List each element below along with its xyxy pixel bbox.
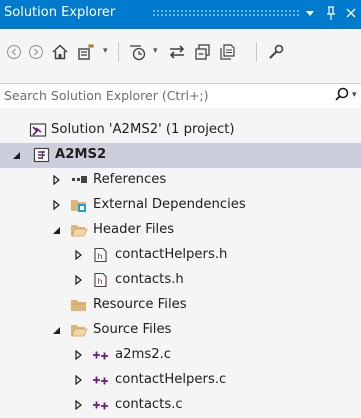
solution-tree: Solution 'A2MS2' (1 project) A2MS2 Refer… (0, 108, 361, 418)
sync-with-active-document-icon[interactable] (167, 42, 187, 62)
chevron-down-icon[interactable]: ▾ (153, 46, 158, 56)
search-icon[interactable] (334, 86, 350, 108)
svg-text:h: h (98, 277, 103, 286)
tree-item-label: Solution 'A2MS2' (1 project) (51, 122, 235, 137)
tree-item-resource-files[interactable]: Resource Files (0, 293, 361, 318)
tree-item-label: contactHelpers.c (115, 372, 227, 387)
c-file-icon (92, 372, 110, 388)
folder-icon (70, 197, 88, 213)
collapsed-arrow-icon[interactable] (74, 274, 84, 286)
pending-changes-filter-icon[interactable] (128, 42, 148, 62)
expanded-arrow-icon[interactable] (52, 224, 62, 236)
tree-item-references[interactable]: References (0, 168, 361, 193)
switch-views-icon[interactable] (76, 42, 98, 62)
collapsed-arrow-icon[interactable] (74, 249, 84, 261)
solution-icon (29, 122, 47, 138)
tree-item-source-file[interactable]: contactHelpers.c (0, 368, 361, 393)
folder-icon (70, 297, 88, 313)
c-file-icon (92, 397, 110, 413)
chevron-down-icon[interactable]: ▾ (103, 46, 108, 56)
collapsed-arrow-icon[interactable] (74, 349, 84, 361)
home-icon[interactable] (50, 42, 70, 62)
solution-explorer-toolbar: ▾ ▾ (0, 29, 361, 83)
solution-explorer-title-bar: Solution Explorer (0, 0, 361, 29)
h-file-icon: h (92, 272, 110, 288)
tree-item-header-files[interactable]: Header Files (0, 218, 361, 243)
tree-item-solution[interactable]: Solution 'A2MS2' (1 project) (0, 118, 361, 143)
collapsed-arrow-icon[interactable] (74, 399, 84, 411)
panel-title: Solution Explorer (4, 5, 116, 20)
tree-item-label: Source Files (93, 322, 172, 337)
title-drag-grip[interactable] (152, 9, 299, 18)
tree-item-header-file[interactable]: h contactHelpers.h (0, 243, 361, 268)
show-all-files-icon[interactable] (218, 42, 238, 62)
tree-item-label: contacts.c (115, 397, 183, 412)
collapsed-arrow-icon[interactable] (74, 374, 84, 386)
tree-item-label: a2ms2.c (115, 347, 172, 362)
tree-item-label: Resource Files (93, 297, 187, 312)
tree-item-header-file[interactable]: h contacts.h (0, 268, 361, 293)
open-folder-icon (70, 322, 88, 338)
collapse-all-icon[interactable] (193, 42, 213, 62)
c-project-icon (33, 147, 51, 163)
toolbar-separator (118, 42, 119, 62)
svg-text:h: h (98, 252, 103, 261)
references-icon (70, 172, 88, 188)
tree-item-source-files[interactable]: Source Files (0, 318, 361, 343)
tree-item-label: A2MS2 (55, 147, 107, 162)
open-folder-icon (70, 222, 88, 238)
tree-item-label: contacts.h (115, 272, 184, 287)
search-bar: ▾ (0, 83, 361, 109)
tree-item-label: contactHelpers.h (115, 247, 228, 262)
search-input[interactable] (0, 84, 324, 106)
h-file-icon: h (92, 247, 110, 263)
tree-item-label: Header Files (93, 222, 175, 237)
window-position-dropdown-icon[interactable] (305, 6, 315, 24)
pin-icon[interactable] (325, 5, 337, 25)
forward-icon[interactable] (27, 42, 45, 62)
tree-item-external-dependencies[interactable]: External Dependencies (0, 193, 361, 218)
collapsed-arrow-icon[interactable] (52, 199, 62, 211)
back-icon[interactable] (5, 42, 23, 62)
tree-item-source-file[interactable]: contacts.c (0, 393, 361, 418)
tree-item-label: External Dependencies (93, 197, 246, 212)
properties-icon[interactable] (266, 42, 286, 62)
expanded-arrow-icon[interactable] (12, 149, 22, 161)
close-icon[interactable] (345, 5, 357, 25)
tree-item-project[interactable]: A2MS2 (0, 143, 361, 168)
tree-item-label: References (93, 172, 167, 187)
collapsed-arrow-icon[interactable] (52, 174, 62, 186)
c-file-icon (92, 347, 110, 363)
tree-item-source-file[interactable]: a2ms2.c (0, 343, 361, 368)
toolbar-separator (256, 42, 257, 62)
search-options-chevron-down-icon[interactable]: ▾ (352, 90, 357, 100)
expanded-arrow-icon[interactable] (52, 324, 62, 336)
